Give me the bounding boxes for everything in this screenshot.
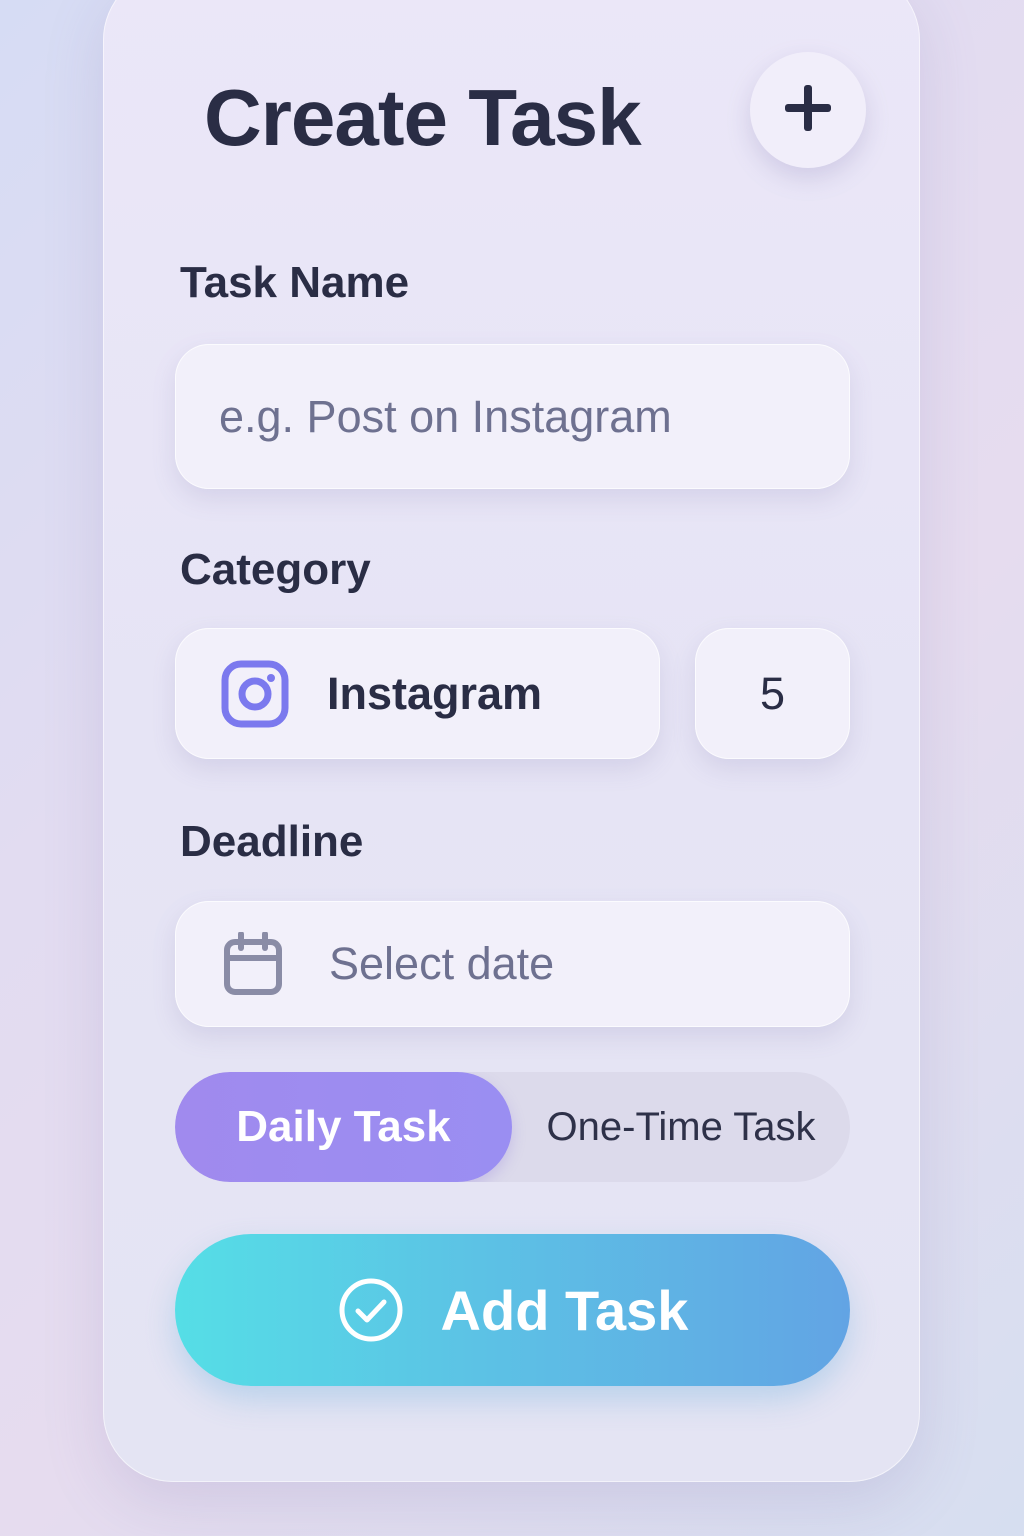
daily-task-option[interactable]: Daily Task (175, 1072, 512, 1182)
deadline-input[interactable]: Select date (175, 901, 850, 1027)
category-count-field[interactable]: 5 (695, 628, 850, 759)
task-name-placeholder: e.g. Post on Instagram (219, 390, 672, 442)
task-name-label: Task Name (180, 258, 410, 307)
category-select[interactable]: Instagram (175, 628, 660, 759)
category-label: Category (180, 545, 371, 594)
deadline-placeholder: Select date (329, 938, 555, 989)
task-name-input[interactable]: e.g. Post on Instagram (175, 344, 850, 489)
add-button[interactable] (750, 52, 866, 168)
category-value: Instagram (327, 667, 543, 719)
task-type-toggle: Daily Task One-Time Task (175, 1072, 850, 1182)
add-task-button[interactable]: Add Task (175, 1234, 850, 1386)
deadline-label: Deadline (180, 817, 364, 866)
page-title: Create Task (204, 73, 642, 162)
calendar-icon (223, 932, 283, 996)
category-count: 5 (759, 667, 786, 719)
add-task-label: Add Task (440, 1278, 689, 1342)
plus-icon (783, 83, 833, 138)
one-time-task-option[interactable]: One-Time Task (512, 1072, 850, 1182)
instagram-icon (221, 660, 289, 728)
check-circle-icon (337, 1276, 405, 1344)
